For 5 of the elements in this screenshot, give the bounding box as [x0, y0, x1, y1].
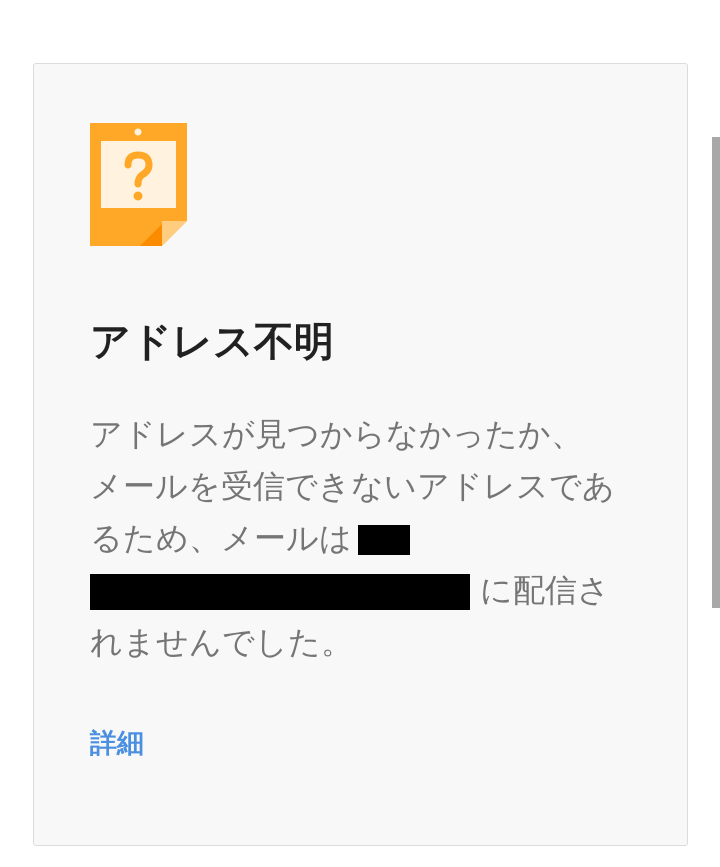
scrollbar[interactable]	[712, 137, 720, 608]
message-text: アドレスが見つからなかったか、メールを受信できないアドレスであるため、メールは に配信されませんでした。	[90, 414, 615, 663]
details-link[interactable]: 詳細	[90, 726, 144, 762]
question-note-icon	[90, 123, 187, 246]
card-title: アドレス不明	[90, 318, 334, 367]
